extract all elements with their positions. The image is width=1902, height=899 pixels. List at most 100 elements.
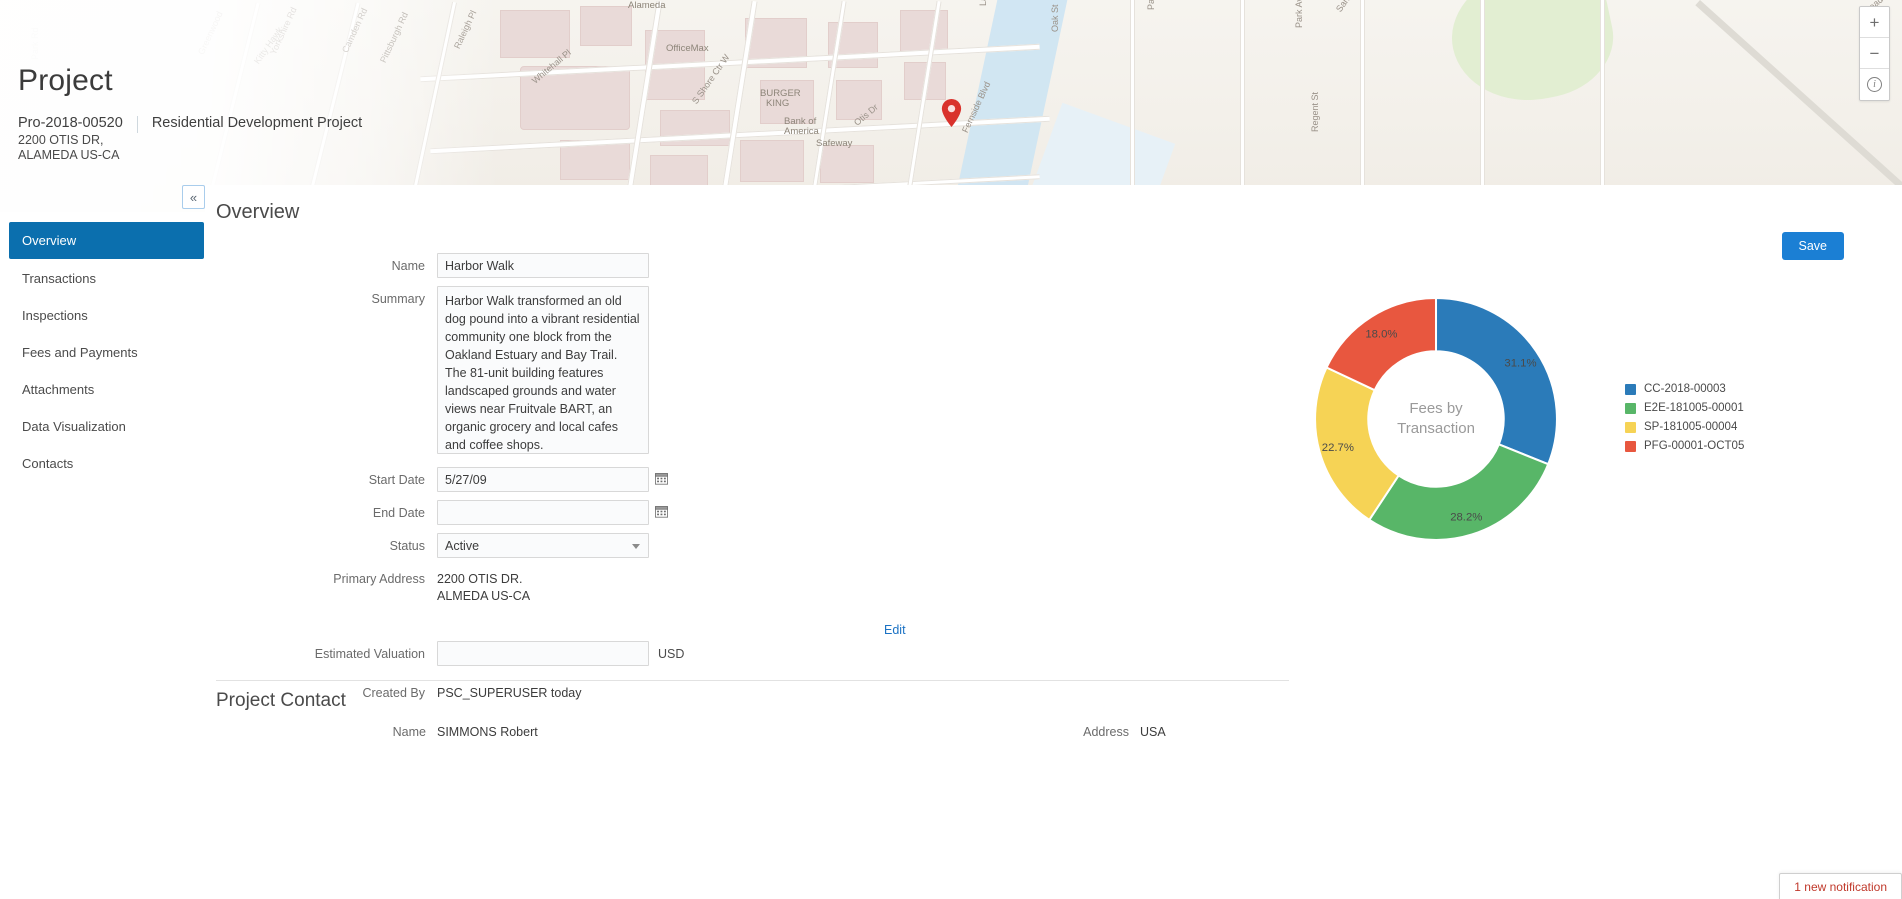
status-control: Active [437, 533, 649, 558]
sidebar-item-contacts[interactable]: Contacts [0, 445, 205, 481]
map-road [1130, 0, 1135, 212]
legend-item[interactable]: E2E-181005-00001 [1625, 402, 1744, 414]
map-zoom-in-icon[interactable]: + [1860, 7, 1889, 38]
end-date-input[interactable] [437, 500, 649, 525]
primary-address-line1: 2200 OTIS DR. [437, 572, 523, 586]
donut-chart-svg[interactable]: 31.1% 28.2% 22.7% 18.0% [1310, 293, 1562, 545]
map-road [1600, 0, 1605, 212]
legend-swatch [1625, 421, 1636, 433]
sidebar-item-label: Fees and Payments [22, 344, 138, 360]
legend-label: PFG-00001-OCT05 [1644, 440, 1745, 452]
estimated-valuation-control [437, 640, 649, 666]
project-contact-title: Project Contact [216, 690, 346, 711]
status-selected-value: Active [445, 538, 480, 553]
map-block [580, 6, 632, 46]
primary-address-value: 2200 OTIS DR. ALMEDA US-CA [437, 566, 649, 605]
contact-name-value: SIMMONS Robert [437, 725, 538, 739]
start-date-label: Start Date [368, 473, 425, 487]
map-poi-label: Safeway [816, 138, 853, 149]
legend-label: E2E-181005-00001 [1644, 402, 1744, 414]
record-identifier: Pro-2018-00520 2200 OTIS DR, ALAMEDA US-… [18, 115, 137, 163]
save-button[interactable]: Save [1781, 232, 1844, 260]
calendar-icon[interactable] [655, 472, 668, 485]
end-date-control [437, 500, 668, 525]
map-controls[interactable]: + − i [1859, 6, 1890, 101]
legend-label: SP-181005-00004 [1644, 421, 1738, 433]
map-block [900, 10, 948, 52]
estimated-valuation-input[interactable] [437, 640, 649, 666]
field-row-end-date: End Date [205, 500, 765, 525]
map-block [500, 10, 570, 58]
sidebar-item-label: Inspections [22, 307, 88, 323]
currency-label: USD [658, 646, 685, 661]
donut-slice[interactable] [1434, 297, 1558, 466]
summary-control: Harbor Walk transformed an old dog pound… [437, 286, 649, 459]
field-row-start-date: Start Date [205, 467, 765, 492]
field-row-primary-address: Primary Address 2200 OTIS DR. ALMEDA US-… [205, 566, 906, 637]
map-block [740, 140, 804, 182]
donut-slice-label: 28.2% [1450, 512, 1482, 524]
start-date-control [437, 467, 668, 492]
header-meta: Pro-2018-00520 2200 OTIS DR, ALAMEDA US-… [18, 115, 362, 163]
sidebar-item-inspections[interactable]: Inspections [0, 297, 205, 333]
map-label: Oak St [1050, 4, 1060, 32]
legend-swatch [1625, 383, 1636, 395]
notification-toast[interactable]: 1 new notification [1779, 873, 1902, 899]
map-road [1240, 0, 1245, 212]
map-poi-label: OfficeMax [666, 43, 709, 54]
sidebar-item-fees-and-payments[interactable]: Fees and Payments [0, 334, 205, 370]
status-select[interactable]: Active [437, 533, 649, 558]
legend-item[interactable]: PFG-00001-OCT05 [1625, 440, 1744, 452]
primary-address-line2: ALMEDA US-CA [437, 588, 531, 603]
sidebar-item-transactions[interactable]: Transactions [0, 260, 205, 296]
legend-label: CC-2018-00003 [1644, 383, 1726, 395]
donut-slices [1314, 297, 1558, 541]
sidebar-item-data-visualization[interactable]: Data Visualization [0, 408, 205, 444]
record-subtitle: Residential Development Project [151, 115, 363, 131]
donut-slice[interactable] [1367, 443, 1550, 541]
primary-address-control: 2200 OTIS DR. ALMEDA US-CA Edit [437, 566, 906, 637]
summary-textarea[interactable]: Harbor Walk transformed an old dog pound… [437, 286, 649, 454]
start-date-input[interactable] [437, 467, 649, 492]
created-by-control: PSC_SUPERUSER today [437, 680, 649, 702]
field-row-name: Name [205, 253, 765, 278]
chart-legend: CC-2018-00003 E2E-181005-00001 SP-181005… [1625, 383, 1744, 459]
map-zoom-out-icon[interactable]: − [1860, 38, 1889, 69]
calendar-icon[interactable] [655, 505, 668, 518]
sidebar-item-label: Overview [22, 233, 77, 248]
field-row-status: Status Active [205, 533, 765, 558]
sidebar-collapse-button[interactable]: « [182, 185, 205, 209]
sidebar-item-attachments[interactable]: Attachments [0, 371, 205, 407]
sidebar-item-label: Data Visualization [22, 418, 126, 434]
donut-slice-label: 18.0% [1365, 328, 1397, 340]
page-title: Project [18, 64, 113, 97]
info-circle-icon: i [1867, 77, 1882, 92]
name-control [437, 253, 649, 278]
end-date-label: End Date [372, 506, 425, 520]
sidebar-item-label: Attachments [22, 381, 95, 397]
contact-address-value: USA [1140, 725, 1166, 739]
map-label: Park Rd [30, 27, 40, 60]
map-location-marker[interactable] [941, 99, 962, 127]
map-label: Park St [1146, 0, 1156, 10]
edit-address-link[interactable]: Edit [884, 605, 906, 637]
map-poi-label: KING [766, 98, 790, 109]
name-label: Name [391, 259, 425, 273]
created-by-value: PSC_SUPERUSER today [437, 685, 582, 700]
primary-address-label: Primary Address [333, 572, 425, 586]
name-input[interactable] [437, 253, 649, 278]
sidebar-item-overview[interactable]: Overview [9, 222, 204, 259]
legend-item[interactable]: SP-181005-00004 [1625, 421, 1744, 433]
map-block [820, 145, 874, 183]
map-poi-label: Alameda [628, 0, 666, 11]
legend-swatch [1625, 440, 1636, 452]
sidebar-item-label: Contacts [22, 455, 74, 471]
field-row-summary: Summary Harbor Walk transformed an old d… [205, 286, 765, 459]
donut-slice-label: 22.7% [1322, 442, 1354, 454]
contact-name-group: Name SIMMONS Robert [205, 725, 538, 739]
summary-label: Summary [371, 292, 425, 306]
map-info-icon[interactable]: i [1860, 69, 1889, 100]
status-label: Status [389, 539, 425, 553]
legend-item[interactable]: CC-2018-00003 [1625, 383, 1744, 395]
fees-by-transaction-chart: 31.1% 28.2% 22.7% 18.0% Fees by Transaction… [1290, 293, 1850, 583]
